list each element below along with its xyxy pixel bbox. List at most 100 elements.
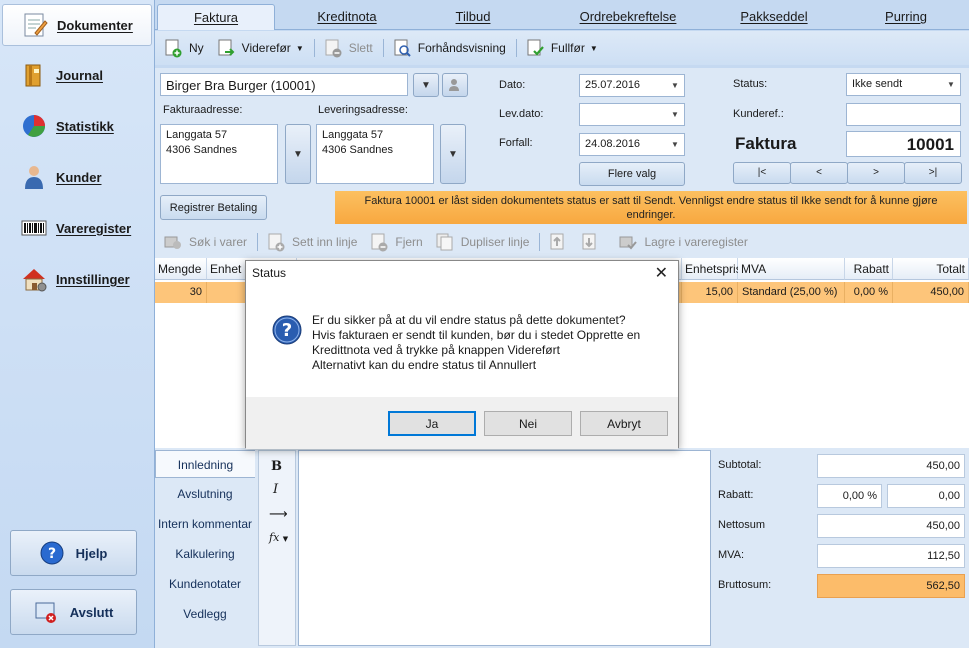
preview-button[interactable]: Forhåndsvisning	[392, 38, 506, 58]
subtotal-field: 450,00	[817, 454, 965, 478]
locked-notice: Faktura 10001 er låst siden dokumentets …	[335, 191, 967, 224]
new-button[interactable]: Ny	[163, 38, 204, 58]
sidebar-item-label: Kunder	[56, 169, 102, 185]
delivery-date-field[interactable]: ▼	[579, 103, 685, 126]
complete-check-icon	[527, 39, 544, 56]
column-header-unit-price[interactable]: Enhetspris	[682, 258, 742, 280]
column-header-total[interactable]: Totalt	[893, 258, 969, 280]
delivery-address-dropdown-button[interactable]: ▼	[440, 124, 466, 184]
dialog-title: Status	[246, 261, 678, 285]
move-up-button[interactable]	[548, 232, 574, 252]
cell-quantity[interactable]: 30	[155, 282, 207, 303]
sidebar-item-statistikk[interactable]: Statistikk	[2, 105, 152, 147]
insert-line-label: Sett inn linje	[292, 235, 358, 249]
customer-dropdown-button[interactable]: ▼	[413, 73, 439, 97]
vat-label: MVA:	[718, 549, 745, 561]
chevron-down-icon: ▼	[448, 148, 458, 160]
move-down-button[interactable]	[580, 232, 606, 252]
column-header-vat[interactable]: MVA	[738, 258, 845, 280]
column-header-quantity[interactable]: Mengde	[155, 258, 207, 280]
tab-kalkulering[interactable]: Kalkulering	[155, 540, 255, 568]
lines-toolbar: Søk i varer Sett inn linje Fjern Duplise…	[155, 226, 969, 258]
invoice-address-dropdown-button[interactable]: ▼	[285, 124, 311, 184]
person-edit-icon	[449, 79, 459, 91]
invoice-address-label: Fakturaadresse:	[163, 104, 243, 116]
delivery-address-field[interactable]: Langgata 57 4306 Sandnes	[316, 124, 434, 184]
cell-discount[interactable]: 0,00 %	[845, 282, 893, 303]
date-field[interactable]: 25.07.2016 ▼	[579, 74, 685, 97]
pie-chart-icon	[23, 115, 45, 137]
nav-last-button[interactable]: >|	[904, 162, 962, 184]
discount-label: Rabatt:	[718, 489, 754, 501]
discount-percent-field[interactable]: 0,00 %	[817, 484, 882, 508]
tab-pakkseddel[interactable]: Pakkseddel	[715, 4, 833, 30]
toolbar-separator	[257, 233, 259, 251]
column-header-discount[interactable]: Rabatt	[845, 258, 893, 280]
insert-line-button[interactable]: Sett inn linje	[266, 232, 357, 252]
date-label: Dato:	[499, 79, 526, 91]
help-icon: ?	[40, 541, 64, 565]
sidebar-item-vareregister[interactable]: Vareregister	[2, 207, 152, 249]
tab-faktura[interactable]: Faktura	[157, 4, 275, 30]
help-button[interactable]: ? Hjelp	[10, 530, 137, 576]
more-options-button[interactable]: Flere valg	[579, 162, 685, 186]
sidebar-item-innstillinger[interactable]: Innstillinger	[2, 258, 152, 300]
sidebar-item-kunder[interactable]: Kunder	[2, 156, 152, 198]
complete-button[interactable]: Fullfør ▼	[525, 38, 598, 58]
duplicate-icon	[436, 233, 453, 251]
indent-button[interactable]: ⟶	[269, 506, 288, 522]
cell-unit-price[interactable]: 15,00	[682, 282, 738, 303]
nav-first-button[interactable]: |<	[733, 162, 791, 184]
cell-vat[interactable]: Standard (25,00 %)	[738, 282, 845, 303]
no-button[interactable]: Nei	[484, 411, 572, 436]
sidebar-item-journal[interactable]: Journal	[2, 54, 152, 96]
cell-total[interactable]: 450,00	[893, 282, 969, 303]
tab-kreditnota[interactable]: Kreditnota	[288, 4, 406, 30]
svg-text:?: ?	[282, 320, 292, 341]
duplicate-line-button[interactable]: Dupliser linje	[435, 232, 529, 252]
delete-button[interactable]: Slett	[323, 38, 373, 58]
forward-button[interactable]: Viderefør ▼	[216, 38, 304, 58]
due-date-field[interactable]: 24.08.2016 ▼	[579, 133, 685, 156]
person-icon	[25, 166, 43, 189]
customer-edit-button[interactable]	[442, 73, 468, 97]
customer-ref-field[interactable]	[846, 103, 961, 126]
remove-line-button[interactable]: Fjern	[369, 232, 423, 252]
tab-kundenotater[interactable]: Kundenotater	[155, 570, 255, 598]
exit-button[interactable]: Avslutt	[10, 589, 137, 635]
chevron-down-icon: ▼	[589, 43, 598, 53]
status-select[interactable]: Ikke sendt ▼	[846, 73, 961, 96]
customer-select[interactable]: Birger Bra Burger (10001)	[160, 73, 408, 96]
tab-vedlegg[interactable]: Vedlegg	[155, 600, 255, 628]
sidebar-item-dokumenter[interactable]: Dokumenter	[2, 4, 152, 46]
save-to-register-button[interactable]: Lagre i vareregister	[618, 232, 748, 252]
cancel-button[interactable]: Avbryt	[580, 411, 668, 436]
insert-line-icon	[268, 233, 285, 252]
tab-purring[interactable]: Purring	[847, 4, 965, 30]
close-icon[interactable]: ✕	[655, 263, 668, 283]
status-dialog: Status ✕ ? Er du sikker på at du vil end…	[245, 260, 679, 449]
tab-avslutning[interactable]: Avslutning	[155, 480, 255, 508]
discount-amount-field[interactable]: 0,00	[887, 484, 965, 508]
document-number-field[interactable]: 10001	[846, 131, 961, 157]
tab-tilbud[interactable]: Tilbud	[414, 4, 532, 30]
yes-button[interactable]: Ja	[388, 411, 476, 436]
toolbar-separator	[539, 233, 541, 251]
italic-button[interactable]: I	[273, 482, 278, 497]
tab-ordrebekreftelse[interactable]: Ordrebekreftelse	[558, 4, 698, 30]
register-payment-button[interactable]: Registrer Betaling	[160, 195, 267, 220]
dialog-message-line: Er du sikker på at du vil endre status p…	[312, 313, 626, 327]
tab-innledning[interactable]: Innledning	[155, 450, 255, 478]
search-items-button[interactable]: Søk i varer	[163, 232, 247, 252]
sidebar-item-label: Innstillinger	[56, 271, 130, 287]
nav-next-button[interactable]: >	[847, 162, 905, 184]
invoice-address-field[interactable]: Langgata 57 4306 Sandnes	[160, 124, 278, 184]
nav-prev-button[interactable]: <	[790, 162, 848, 184]
tab-intern-kommentar[interactable]: Intern kommentar	[155, 510, 255, 538]
bold-button[interactable]: B	[271, 459, 282, 474]
net-field: 450,00	[817, 514, 965, 538]
formula-button[interactable]: fx ▼	[269, 531, 288, 544]
dialog-message-line: Hvis fakturaen er sendt til kunden, bør …	[312, 328, 641, 342]
sidebar-item-label: Journal	[56, 67, 103, 83]
text-editor[interactable]	[298, 450, 711, 646]
